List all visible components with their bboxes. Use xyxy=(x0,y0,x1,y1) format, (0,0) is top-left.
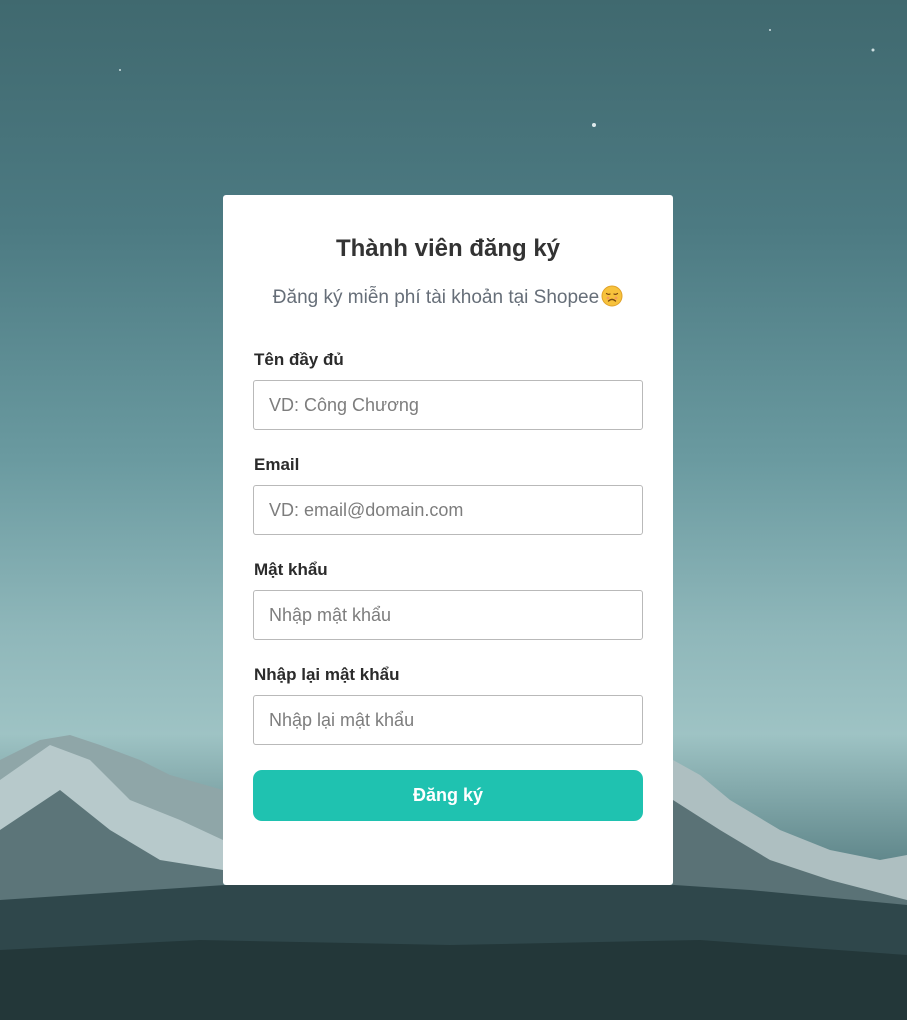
signup-page: Thành viên đăng ký Đăng ký miễn phí tài … xyxy=(0,0,907,1020)
confirm-password-label: Nhập lại mật khẩu xyxy=(254,665,400,684)
password-label: Mật khẩu xyxy=(254,560,328,579)
email-group: Email xyxy=(253,455,643,535)
register-button[interactable]: Đăng ký xyxy=(253,770,643,821)
fullname-label: Tên đầy đủ xyxy=(254,350,344,369)
form-subtitle-text: Đăng ký miễn phí tài khoản tại Shopee xyxy=(272,287,600,308)
sad-face-emoji-icon xyxy=(601,285,623,307)
form-title: Thành viên đăng ký xyxy=(335,235,561,262)
email-label: Email xyxy=(254,455,300,474)
email-input[interactable] xyxy=(253,485,643,535)
fullname-input[interactable] xyxy=(253,380,643,430)
confirm-password-group: Nhập lại mật khẩu xyxy=(253,665,643,745)
signup-card: Thành viên đăng ký Đăng ký miễn phí tài … xyxy=(223,195,673,885)
password-input[interactable] xyxy=(253,590,643,640)
password-group: Mật khẩu xyxy=(253,560,643,640)
form-subtitle: Đăng ký miễn phí tài khoản tại Shopee xyxy=(253,285,643,310)
fullname-group: Tên đầy đủ xyxy=(253,350,643,430)
signup-form: Tên đầy đủ Email Mật khẩu Nhập lại mật k… xyxy=(253,350,643,821)
confirm-password-input[interactable] xyxy=(253,695,643,745)
